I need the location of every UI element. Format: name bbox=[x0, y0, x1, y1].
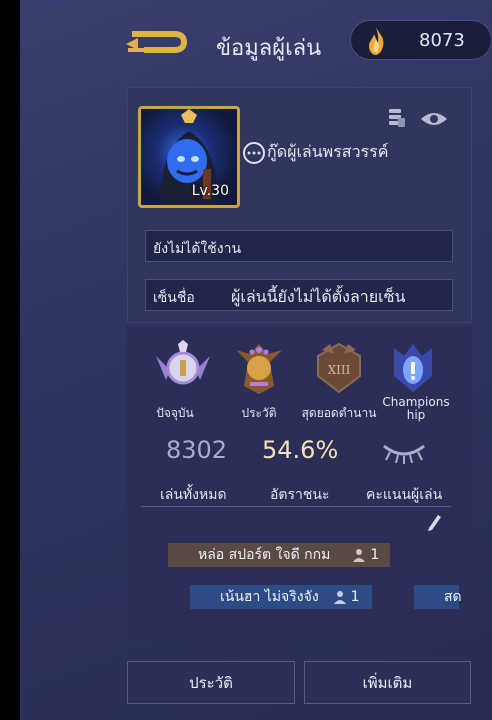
left-edge bbox=[0, 0, 20, 720]
rank-title: กู๊ดผู้เล่นพรสวรรค์ bbox=[267, 142, 389, 161]
signature-label: เซ็นชื่อ bbox=[153, 290, 195, 306]
currency-value: 8073 bbox=[419, 30, 465, 51]
more-icon[interactable] bbox=[243, 141, 265, 164]
matches-label: เล่นทั้งหมด bbox=[160, 487, 227, 503]
history-rank-badge[interactable] bbox=[228, 340, 290, 396]
more-button[interactable]: เพิ่มเติม bbox=[304, 661, 471, 704]
rank-title-row: กู๊ดผู้เล่นพรสวรรค์ bbox=[243, 140, 388, 165]
rank-emblem-icon bbox=[156, 340, 210, 385]
matches-value: 8302 bbox=[166, 436, 228, 464]
tag-text: สด bbox=[444, 589, 462, 605]
winrate-value: 54.6% bbox=[262, 436, 339, 464]
rank-emblem-icon bbox=[236, 344, 282, 394]
history-button[interactable]: ประวัติ bbox=[127, 661, 295, 704]
status-text: ยังไม่ได้ใช้งาน bbox=[153, 241, 242, 257]
legend-rank-numeral: XIII bbox=[328, 363, 351, 377]
status-field[interactable]: ยังไม่ได้ใช้งาน bbox=[145, 230, 453, 262]
header: ข้อมูลผู้เล่น 8073 bbox=[20, 0, 492, 84]
legend-rank-badge[interactable]: XIII bbox=[308, 340, 370, 396]
tag-count: 1 bbox=[370, 547, 380, 563]
level-label: Lv.30 bbox=[191, 183, 229, 199]
signature-field[interactable]: เซ็นชื่อ ผู้เล่นนี้ยังไม่ได้ตั้งลายเซ็น bbox=[145, 279, 453, 311]
winrate-label: อัตราชนะ bbox=[270, 487, 330, 503]
legend-rank-label: สุดยอดตำนาน bbox=[301, 406, 377, 420]
person-icon bbox=[333, 591, 346, 604]
player-tag[interactable]: เน้นฮา ไม่จริงจัง 1 bbox=[190, 585, 372, 609]
tag-text: เน้นฮา ไม่จริงจัง bbox=[220, 589, 319, 605]
history-rank-label: ประวัติ bbox=[241, 406, 277, 420]
player-tag[interactable]: หล่อ สปอร์ต ใจดี กกม 1 bbox=[168, 543, 390, 567]
tag-text: หล่อ สปอร์ต ใจดี กกม bbox=[198, 547, 331, 563]
flame-icon bbox=[369, 27, 384, 55]
current-rank-badge[interactable] bbox=[152, 340, 214, 396]
championship-badge[interactable] bbox=[382, 340, 444, 396]
page-title: ข้อมูลผู้เล่น bbox=[216, 36, 322, 61]
player-tag[interactable]: สด bbox=[414, 585, 462, 609]
currency-display: 8073 bbox=[350, 20, 492, 60]
back-arrow-icon bbox=[126, 31, 188, 53]
eye-icon[interactable] bbox=[420, 110, 448, 128]
signature-value: ผู้เล่นนี้ยังไม่ได้ตั้งลายเซ็น bbox=[231, 287, 406, 306]
score-label: คะแนนผู้เล่น bbox=[366, 487, 443, 503]
tag-count: 1 bbox=[350, 589, 360, 605]
server-icon[interactable] bbox=[388, 108, 406, 128]
rank-emblem-icon: XIII bbox=[317, 342, 361, 394]
divider bbox=[141, 506, 451, 507]
avatar[interactable]: Lv.30 bbox=[138, 106, 240, 208]
hidden-eye-icon bbox=[383, 444, 425, 464]
championship-emblem-icon bbox=[394, 344, 432, 392]
current-rank-label: ปัจจุบัน bbox=[156, 406, 194, 420]
person-icon bbox=[353, 549, 366, 562]
edit-icon[interactable] bbox=[426, 512, 442, 532]
championship-label: Champions hip bbox=[382, 395, 450, 422]
back-button[interactable] bbox=[124, 24, 190, 58]
